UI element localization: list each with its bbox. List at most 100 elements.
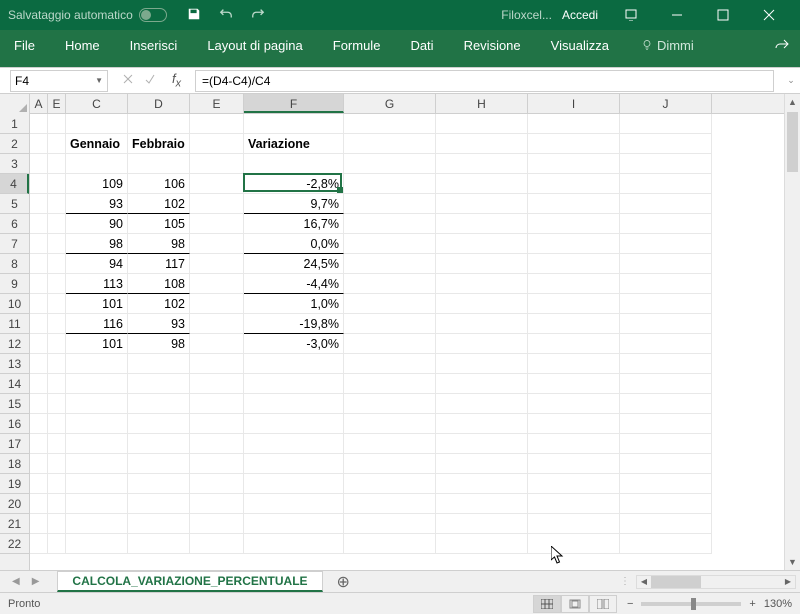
cell[interactable] bbox=[190, 314, 244, 334]
cell[interactable] bbox=[436, 414, 528, 434]
row-header-1[interactable]: 1 bbox=[0, 114, 29, 134]
undo-icon[interactable] bbox=[219, 7, 233, 24]
cell[interactable] bbox=[436, 514, 528, 534]
cell[interactable] bbox=[244, 154, 344, 174]
cell[interactable] bbox=[436, 194, 528, 214]
cancel-icon[interactable] bbox=[122, 73, 134, 88]
close-button[interactable] bbox=[746, 0, 792, 30]
cell[interactable] bbox=[344, 354, 436, 374]
cell[interactable] bbox=[620, 214, 712, 234]
cell[interactable] bbox=[30, 434, 48, 454]
save-icon[interactable] bbox=[187, 7, 201, 24]
scroll-down-icon[interactable]: ▼ bbox=[785, 554, 800, 570]
cell[interactable] bbox=[344, 414, 436, 434]
cell[interactable] bbox=[344, 434, 436, 454]
cell[interactable] bbox=[128, 394, 190, 414]
cell[interactable]: 16,7% bbox=[244, 214, 344, 234]
tab-data[interactable]: Dati bbox=[406, 34, 437, 57]
sheet-tab[interactable]: CALCOLA_VARIAZIONE_PERCENTUALE bbox=[57, 571, 322, 592]
cell[interactable]: -19,8% bbox=[244, 314, 344, 334]
add-sheet-icon[interactable]: ⊕ bbox=[337, 572, 350, 592]
cell[interactable] bbox=[344, 114, 436, 134]
cell[interactable] bbox=[344, 274, 436, 294]
cell[interactable] bbox=[48, 154, 66, 174]
cell[interactable] bbox=[528, 254, 620, 274]
cell[interactable] bbox=[48, 414, 66, 434]
cell[interactable] bbox=[436, 394, 528, 414]
cell[interactable] bbox=[620, 394, 712, 414]
cell[interactable] bbox=[66, 514, 128, 534]
cell[interactable] bbox=[436, 234, 528, 254]
cell[interactable] bbox=[190, 254, 244, 274]
cell[interactable] bbox=[244, 534, 344, 554]
cell[interactable] bbox=[30, 334, 48, 354]
cell[interactable]: -2,8% bbox=[244, 174, 344, 194]
cell[interactable] bbox=[436, 314, 528, 334]
cell[interactable] bbox=[190, 154, 244, 174]
cell[interactable] bbox=[48, 394, 66, 414]
cell[interactable] bbox=[528, 234, 620, 254]
signin-link[interactable]: Accedi bbox=[562, 8, 598, 22]
cell[interactable] bbox=[436, 154, 528, 174]
cell[interactable] bbox=[528, 194, 620, 214]
cell[interactable] bbox=[190, 474, 244, 494]
row-header-19[interactable]: 19 bbox=[0, 474, 29, 494]
fx-icon[interactable]: fx bbox=[172, 71, 181, 90]
col-header-D[interactable]: D bbox=[128, 94, 190, 113]
cell[interactable] bbox=[128, 514, 190, 534]
cell[interactable] bbox=[528, 354, 620, 374]
row-header-21[interactable]: 21 bbox=[0, 514, 29, 534]
cell[interactable] bbox=[66, 394, 128, 414]
cell[interactable] bbox=[66, 534, 128, 554]
col-header-H[interactable]: H bbox=[436, 94, 528, 113]
scroll-up-icon[interactable]: ▲ bbox=[785, 94, 800, 110]
cell[interactable] bbox=[190, 174, 244, 194]
cell[interactable] bbox=[436, 274, 528, 294]
tab-insert[interactable]: Inserisci bbox=[126, 34, 182, 57]
cell[interactable]: 109 bbox=[66, 174, 128, 194]
zoom-level[interactable]: 130% bbox=[764, 598, 792, 610]
cell[interactable] bbox=[620, 294, 712, 314]
cell[interactable] bbox=[620, 334, 712, 354]
row-header-3[interactable]: 3 bbox=[0, 154, 29, 174]
cell[interactable] bbox=[190, 134, 244, 154]
tab-review[interactable]: Revisione bbox=[460, 34, 525, 57]
cell[interactable] bbox=[190, 214, 244, 234]
cell[interactable] bbox=[128, 474, 190, 494]
tab-layout[interactable]: Layout di pagina bbox=[203, 34, 306, 57]
cell[interactable]: 101 bbox=[66, 334, 128, 354]
chevron-down-icon[interactable]: ▼ bbox=[95, 76, 103, 85]
select-all-corner[interactable] bbox=[0, 94, 30, 114]
cell[interactable]: 105 bbox=[128, 214, 190, 234]
cell[interactable] bbox=[128, 434, 190, 454]
cell[interactable] bbox=[48, 214, 66, 234]
cell[interactable] bbox=[620, 174, 712, 194]
cell[interactable] bbox=[66, 454, 128, 474]
ribbon-options-icon[interactable] bbox=[608, 0, 654, 30]
scroll-thumb[interactable] bbox=[651, 576, 701, 588]
cell[interactable] bbox=[528, 134, 620, 154]
cell[interactable] bbox=[128, 414, 190, 434]
row-header-8[interactable]: 8 bbox=[0, 254, 29, 274]
cell[interactable]: 108 bbox=[128, 274, 190, 294]
cell[interactable] bbox=[436, 434, 528, 454]
cell[interactable] bbox=[528, 114, 620, 134]
col-header-J[interactable]: J bbox=[620, 94, 712, 113]
row-header-18[interactable]: 18 bbox=[0, 454, 29, 474]
cell[interactable] bbox=[48, 274, 66, 294]
cell[interactable] bbox=[528, 154, 620, 174]
cell[interactable] bbox=[344, 234, 436, 254]
cell[interactable] bbox=[128, 494, 190, 514]
cell[interactable] bbox=[244, 374, 344, 394]
cell[interactable] bbox=[620, 254, 712, 274]
row-header-15[interactable]: 15 bbox=[0, 394, 29, 414]
expand-formula-icon[interactable]: ⌄ bbox=[782, 75, 800, 86]
cell[interactable] bbox=[30, 194, 48, 214]
cell[interactable] bbox=[436, 374, 528, 394]
cell[interactable] bbox=[344, 134, 436, 154]
cell[interactable] bbox=[436, 294, 528, 314]
cell[interactable] bbox=[30, 174, 48, 194]
cell[interactable] bbox=[620, 114, 712, 134]
cell[interactable] bbox=[48, 114, 66, 134]
cell[interactable] bbox=[48, 174, 66, 194]
